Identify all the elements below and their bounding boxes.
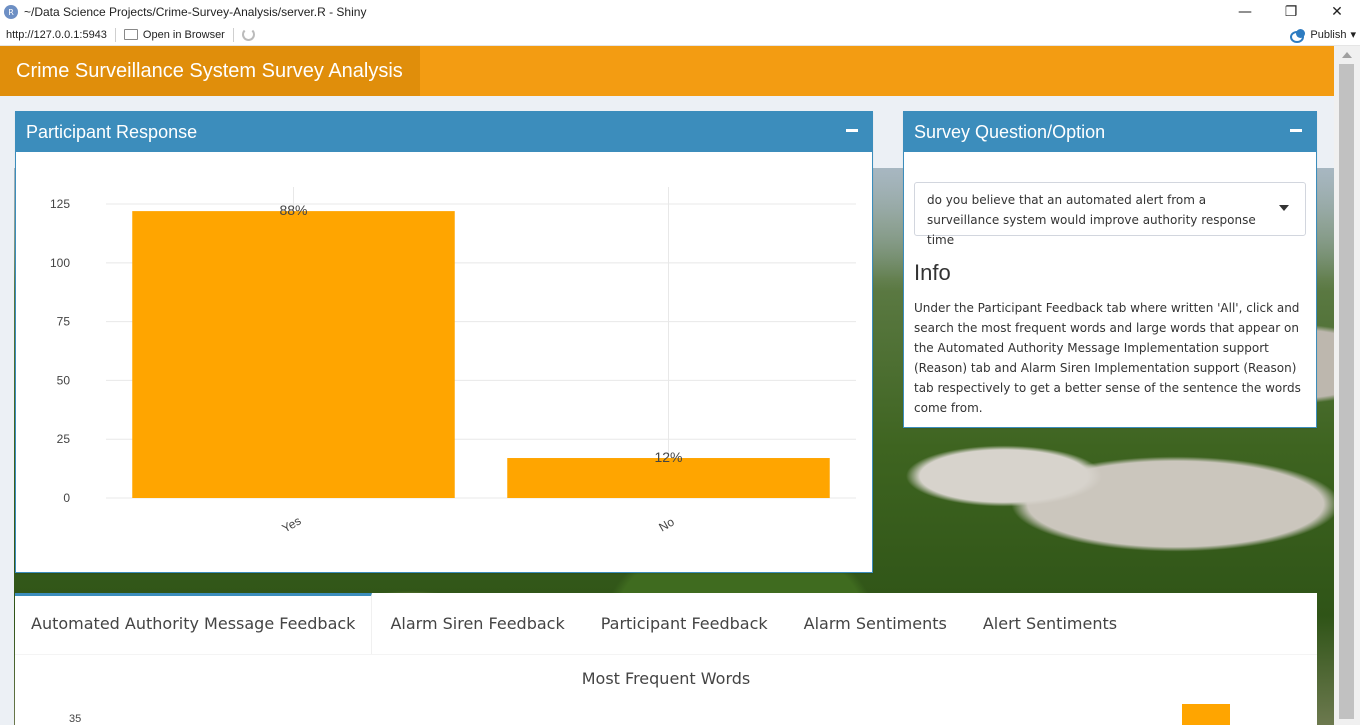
dropdown-caret-icon[interactable] (1279, 205, 1289, 211)
tab-alert-sentiments[interactable]: Alert Sentiments (965, 593, 1135, 654)
chart-data-label: 12% (654, 449, 682, 465)
participant-response-header: Participant Response (16, 112, 872, 152)
open-in-browser-button[interactable]: Open in Browser (123, 28, 225, 41)
chart-y-ticks: 0 25 50 75 100 125 (50, 197, 70, 505)
chart-x-ticks: Yes No (280, 514, 677, 536)
app-title[interactable]: Crime Surveillance System Survey Analysi… (0, 46, 420, 96)
chart-y-tick-label: 125 (50, 197, 70, 211)
publish-icon (1290, 28, 1306, 43)
url-display[interactable]: http://127.0.0.1:5943 (6, 29, 107, 41)
chart-y-tick-label: 0 (63, 491, 70, 505)
collapse-minus-icon[interactable] (1290, 129, 1302, 132)
scroll-up-arrow-icon[interactable] (1342, 52, 1352, 58)
toolbar-divider (232, 27, 234, 42)
chart-bars (132, 211, 830, 498)
collapse-minus-icon[interactable] (846, 129, 858, 132)
tab-automated-authority-message-feedback[interactable]: Automated Authority Message Feedback (15, 593, 373, 654)
window-titlebar: R ~/Data Science Projects/Crime-Survey-A… (0, 0, 1360, 24)
publish-label: Publish (1310, 28, 1347, 41)
lower-chart-bar (1182, 704, 1230, 725)
tab-alarm-sentiments[interactable]: Alarm Sentiments (786, 593, 965, 654)
restore-button[interactable]: ❐ (1268, 0, 1314, 24)
open-in-browser-label: Open in Browser (142, 28, 225, 41)
chart-y-tick-label: 75 (57, 315, 71, 329)
scrollbar-thumb[interactable] (1339, 64, 1354, 719)
selected-option-text: do you believe that an automated alert f… (927, 193, 1256, 247)
survey-question-title: Survey Question/Option (914, 122, 1106, 142)
minimize-button[interactable]: — (1222, 0, 1268, 24)
survey-question-box: Survey Question/Option do you believe th… (903, 111, 1317, 428)
tab-participant-feedback[interactable]: Participant Feedback (583, 593, 786, 654)
browser-window-icon (123, 29, 138, 40)
chart-y-tick-label: 100 (50, 256, 70, 270)
chart-x-tick-label: Yes (280, 514, 304, 536)
chart-y-tick-label: 50 (57, 373, 71, 387)
feedback-tabs-panel: Automated Authority Message Feedback Alar… (15, 593, 1317, 725)
participant-response-title: Participant Response (26, 122, 198, 142)
survey-question-header: Survey Question/Option (904, 112, 1316, 152)
publish-dropdown-icon[interactable]: ▾ (1350, 28, 1356, 41)
viewer-toolbar: http://127.0.0.1:5943 Open in Browser Pu… (0, 24, 1360, 46)
participant-response-box: Participant Response 0 25 50 75 100 125 Yes No… (15, 111, 873, 573)
chart-y-tick-label: 25 (57, 432, 71, 446)
info-text: Under the Participant Feedback tab where… (914, 301, 1301, 415)
rstudio-icon: R (4, 5, 18, 19)
toolbar-divider (114, 27, 116, 42)
chart-bar (132, 211, 455, 498)
close-button[interactable]: ✕ (1314, 0, 1360, 24)
info-heading: Info (914, 260, 951, 285)
content-area: Participant Response 0 25 50 75 100 125 Yes No… (0, 96, 1334, 725)
window-title: ~/Data Science Projects/Crime-Survey-Ana… (24, 5, 367, 19)
vertical-scrollbar[interactable] (1334, 46, 1360, 725)
most-frequent-words-title: Most Frequent Words (581, 669, 751, 688)
tabs-row: Automated Authority Message Feedback Alar… (15, 593, 1317, 655)
window-controls: — ❐ ✕ (1222, 0, 1360, 24)
app-header: Crime Surveillance System Survey Analysi… (0, 46, 1334, 96)
lower-chart-y-tick: 35 (69, 713, 82, 725)
publish-button[interactable]: Publish ▾ (1290, 28, 1356, 43)
tab-alarm-siren-feedback[interactable]: Alarm Siren Feedback (372, 593, 582, 654)
chart-x-tick-label: No (656, 514, 677, 534)
survey-question-select[interactable]: do you believe that an automated alert f… (914, 182, 1306, 247)
refresh-icon[interactable] (241, 28, 255, 41)
chart-data-label: 88% (279, 202, 307, 218)
participant-response-chart: 0 25 50 75 100 125 Yes No 88% 12% (50, 187, 856, 536)
